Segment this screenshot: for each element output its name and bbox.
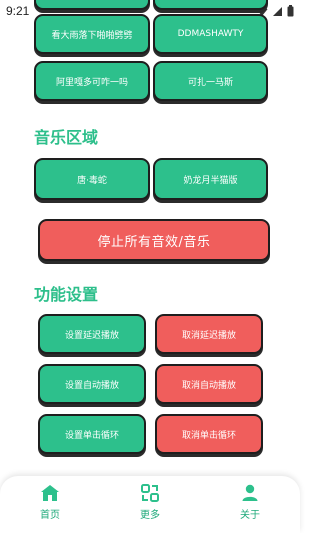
nav-label-about: 关于: [240, 510, 260, 521]
music-button[interactable]: 奶龙月半猫版: [153, 158, 268, 200]
sound-button[interactable]: 可扎一马斯: [153, 61, 268, 101]
section-title-settings: 功能设置: [34, 285, 99, 304]
set-delay-button[interactable]: 设置延迟播放: [38, 314, 146, 354]
sound-button[interactable]: 阿里嘎多可咋一吗: [34, 61, 150, 101]
nav-item-home[interactable]: 首页: [20, 484, 80, 521]
signal-icon: [273, 6, 282, 16]
cancel-auto-button[interactable]: 取消自动播放: [155, 364, 263, 404]
nav-label-more: 更多: [140, 510, 160, 521]
sound-button[interactable]: DDMASHAWTY: [153, 14, 268, 54]
nav-label-home: 首页: [40, 510, 60, 521]
battery-icon: [287, 5, 294, 17]
section-title-music: 音乐区域: [34, 128, 99, 147]
set-auto-button[interactable]: 设置自动播放: [38, 364, 146, 404]
cancel-delay-button[interactable]: 取消延迟播放: [155, 314, 263, 354]
nav-item-more[interactable]: 更多: [120, 484, 180, 521]
stop-all-button[interactable]: 停止所有音效/音乐: [38, 219, 270, 261]
sound-button-partial-right[interactable]: [153, 0, 268, 10]
person-icon: [242, 484, 258, 501]
sound-button[interactable]: 看大雨落下啪啪劈劈: [34, 14, 150, 54]
music-button[interactable]: 唐·毒蛇: [34, 158, 150, 200]
status-time: 9:21: [6, 4, 30, 18]
more-icon: [141, 484, 159, 502]
home-icon: [41, 485, 59, 501]
cancel-loop-button[interactable]: 取消单击循环: [155, 414, 263, 454]
set-loop-button[interactable]: 设置单击循环: [38, 414, 146, 454]
bottom-nav: 首页 更多 关于: [0, 476, 300, 533]
sound-button-partial-left[interactable]: [34, 0, 150, 10]
nav-item-about[interactable]: 关于: [220, 484, 280, 521]
